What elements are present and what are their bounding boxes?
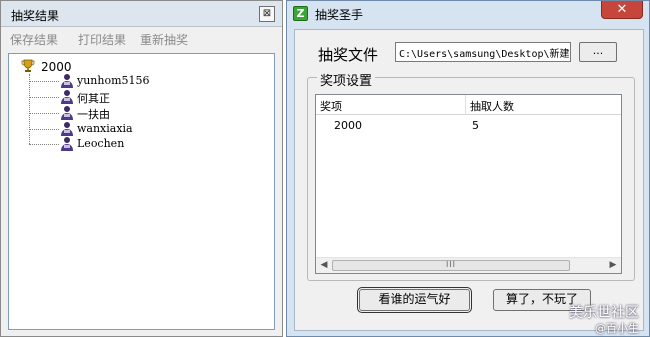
- results-close-button[interactable]: ⊠: [259, 6, 275, 22]
- file-label: 抽奖文件: [318, 46, 379, 64]
- lottery-titlebar[interactable]: Z 抽奖圣手 ✕: [287, 1, 649, 25]
- tree-item[interactable]: 何其正: [29, 90, 269, 105]
- person-icon: [61, 106, 73, 120]
- count-cell: 5: [472, 119, 479, 132]
- draw-button[interactable]: 看谁的运气好: [357, 287, 472, 313]
- column-header-count[interactable]: 抽取人数: [466, 95, 621, 115]
- results-menu: 保存结果 打印结果 重新抽奖: [1, 27, 282, 47]
- prize-list-header: 奖项 抽取人数: [316, 95, 621, 115]
- table-row[interactable]: 2000 5: [316, 119, 621, 135]
- lottery-close-button[interactable]: ✕: [601, 1, 643, 19]
- results-titlebar[interactable]: 抽奖结果 ⊠: [1, 1, 282, 27]
- column-header-prize[interactable]: 奖项: [316, 95, 466, 115]
- tree-root-label: 2000: [41, 60, 72, 74]
- file-path-field[interactable]: C:\Users\samsung\Desktop\新建: [395, 42, 571, 62]
- scroll-thumb[interactable]: III: [332, 260, 570, 271]
- scroll-right-icon[interactable]: ▶: [607, 260, 619, 271]
- trophy-icon: [21, 59, 35, 72]
- tree-branch: [29, 129, 59, 130]
- save-results-menu-item[interactable]: 保存结果: [10, 31, 58, 48]
- scroll-left-icon[interactable]: ◀: [318, 260, 330, 271]
- tree-branch: [29, 113, 59, 114]
- person-icon: [61, 122, 73, 136]
- tree-item[interactable]: yunhom5156: [29, 74, 269, 88]
- winner-name: 一扶由: [77, 108, 110, 121]
- watermark: 美乐世社区: [569, 305, 639, 321]
- horizontal-scrollbar[interactable]: ◀ III ▶: [316, 257, 621, 273]
- winner-name: Leochen: [77, 137, 125, 150]
- lottery-client-area: 抽奖文件 C:\Users\samsung\Desktop\新建 ... 奖项设…: [294, 29, 644, 331]
- tree-item[interactable]: Leochen: [29, 137, 269, 151]
- watermark-sub: @百小生: [595, 322, 639, 335]
- lottery-window: Z 抽奖圣手 ✕ 抽奖文件 C:\Users\samsung\Desktop\新…: [286, 0, 650, 337]
- tree-branch: [29, 97, 59, 98]
- results-tree[interactable]: 2000 yunhom5156 何其正 一扶由 wanxiaxia Leoche…: [8, 53, 275, 330]
- tree-item[interactable]: wanxiaxia: [29, 122, 269, 136]
- prize-cell: 2000: [334, 119, 362, 132]
- tree-branch: [29, 81, 59, 82]
- winner-name: yunhom5156: [77, 74, 150, 87]
- winner-name: 何其正: [77, 92, 110, 105]
- person-icon: [61, 74, 73, 88]
- tree-item[interactable]: 一扶由: [29, 106, 269, 121]
- person-icon: [61, 137, 73, 151]
- prize-list[interactable]: 奖项 抽取人数 2000 5 ◀ III ▶: [315, 94, 622, 274]
- print-results-menu-item[interactable]: 打印结果: [78, 31, 126, 48]
- person-icon: [61, 90, 73, 104]
- winner-name: wanxiaxia: [77, 122, 133, 135]
- tree-branch: [29, 144, 59, 145]
- browse-button[interactable]: ...: [579, 42, 617, 62]
- results-window: 抽奖结果 ⊠ 保存结果 打印结果 重新抽奖 2000 yunhom5156 何其…: [0, 0, 283, 337]
- results-window-title: 抽奖结果: [11, 9, 60, 23]
- redraw-menu-item[interactable]: 重新抽奖: [140, 31, 188, 48]
- app-icon: Z: [293, 6, 308, 21]
- prize-settings-title: 奖项设置: [317, 70, 376, 89]
- lottery-window-title: 抽奖圣手: [315, 8, 364, 22]
